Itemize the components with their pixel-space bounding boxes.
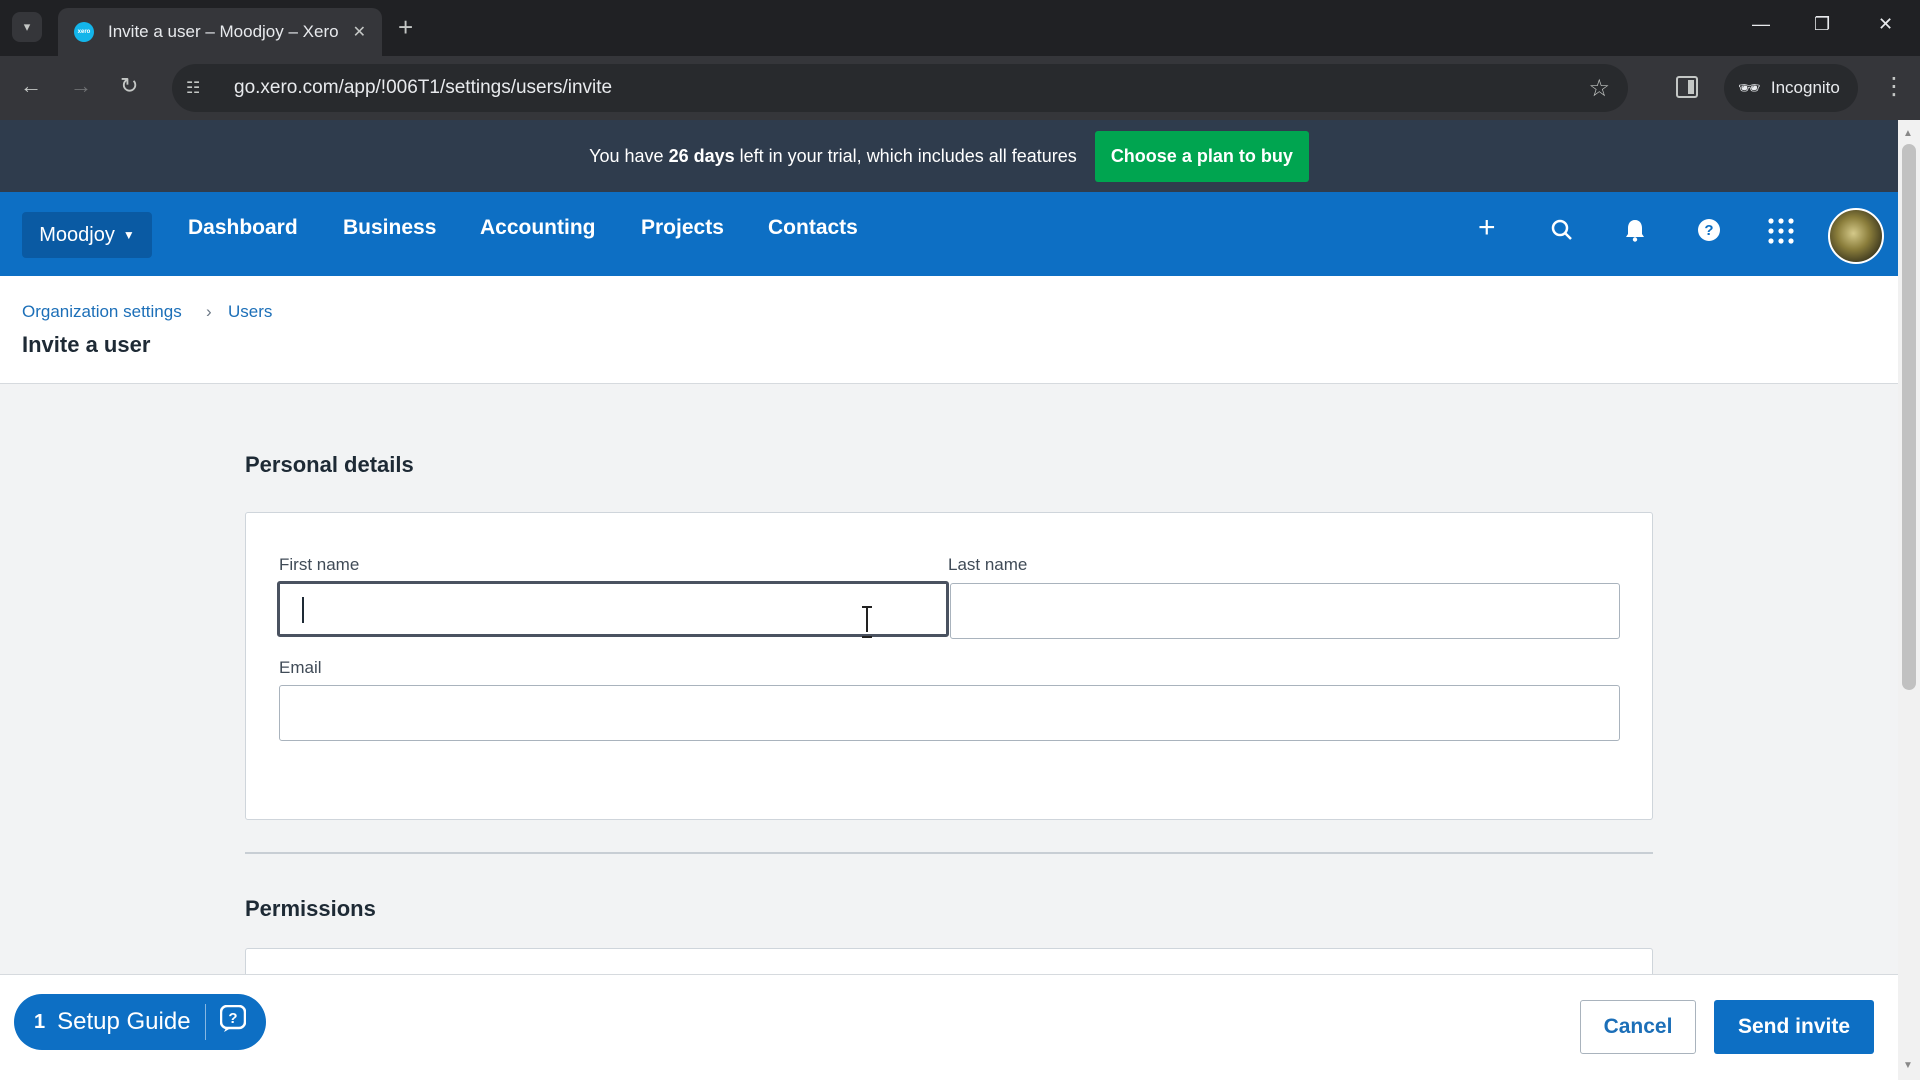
- breadcrumb-users[interactable]: Users: [228, 302, 272, 322]
- last-name-input[interactable]: [950, 583, 1620, 639]
- setup-guide-button[interactable]: 1 Setup Guide ?: [14, 994, 266, 1050]
- trial-text: You have 26 days left in your trial, whi…: [589, 145, 1077, 166]
- close-icon[interactable]: ✕: [353, 22, 366, 42]
- browser-tab-bar: ▾ xero Invite a user – Moodjoy – Xero ✕ …: [0, 0, 1920, 56]
- nav-item-dashboard[interactable]: Dashboard: [188, 216, 298, 240]
- kebab-icon[interactable]: ⋮: [1882, 72, 1906, 101]
- chat-help-icon: ?: [219, 1004, 246, 1039]
- first-name-label: First name: [279, 555, 360, 574]
- permissions-heading: Permissions: [245, 896, 376, 921]
- page-header: Organization settings › Users Invite a u…: [0, 276, 1898, 384]
- xero-favicon-icon: xero: [74, 22, 94, 42]
- minimize-icon[interactable]: —: [1752, 14, 1770, 35]
- avatar[interactable]: [1828, 208, 1884, 264]
- choose-plan-button[interactable]: Choose a plan to buy: [1094, 130, 1309, 182]
- mouse-cursor-ibeam: [862, 606, 872, 638]
- personal-details-heading: Personal details: [245, 452, 414, 477]
- breadcrumb-organization-settings[interactable]: Organization settings: [22, 302, 182, 322]
- tab-title: Invite a user – Moodjoy – Xero: [108, 22, 339, 41]
- bell-icon[interactable]: [1624, 218, 1646, 249]
- email-label: Email: [279, 658, 322, 677]
- tune-icon[interactable]: ☷: [186, 78, 226, 98]
- nav-item-contacts[interactable]: Contacts: [768, 216, 858, 240]
- browser-tab[interactable]: xero Invite a user – Moodjoy – Xero ✕: [58, 8, 382, 56]
- svg-text:?: ?: [1704, 222, 1713, 239]
- text-caret: [302, 597, 304, 623]
- setup-guide-label: Setup Guide: [57, 1008, 191, 1035]
- incognito-label: Incognito: [1770, 78, 1840, 97]
- scrollbar-thumb[interactable]: [1902, 144, 1916, 690]
- nav-item-accounting[interactable]: Accounting: [480, 216, 596, 240]
- chevron-down-icon: ▾: [23, 19, 31, 34]
- star-icon[interactable]: ☆: [1588, 74, 1610, 103]
- trial-banner: You have 26 days left in your trial, whi…: [0, 120, 1898, 192]
- browser-toolbar: ← → ↻ ☷ go.xero.com/app/!006T1/settings/…: [0, 56, 1920, 120]
- apps-grid-icon[interactable]: [1768, 218, 1794, 251]
- send-invite-button[interactable]: Send invite: [1714, 1000, 1874, 1054]
- arrow-left-icon[interactable]: ←: [20, 74, 42, 98]
- trial-days: 26 days: [668, 145, 735, 166]
- scroll-up-icon[interactable]: ▲: [1903, 128, 1913, 139]
- setup-guide-divider: [204, 1004, 206, 1040]
- close-window-icon[interactable]: ✕: [1878, 14, 1893, 35]
- app-navigation: Moodjoy ▼ Dashboard Business Accounting …: [0, 192, 1898, 276]
- search-icon[interactable]: [1550, 218, 1574, 249]
- tab-list-button[interactable]: ▾: [12, 12, 42, 42]
- nav-item-projects[interactable]: Projects: [641, 216, 724, 240]
- restore-icon[interactable]: ❐: [1814, 14, 1830, 35]
- org-switcher[interactable]: Moodjoy ▼: [22, 212, 152, 258]
- scroll-down-icon[interactable]: ▼: [1903, 1060, 1913, 1071]
- nav-item-business[interactable]: Business: [343, 216, 436, 240]
- cancel-button[interactable]: Cancel: [1580, 1000, 1696, 1054]
- breadcrumb-separator: ›: [206, 302, 212, 321]
- help-icon[interactable]: ?: [1697, 218, 1721, 249]
- last-name-label: Last name: [948, 555, 1028, 574]
- svg-text:?: ?: [228, 1010, 237, 1027]
- url-text[interactable]: go.xero.com/app/!006T1/settings/users/in…: [234, 77, 612, 99]
- address-bar[interactable]: ☷ go.xero.com/app/!006T1/settings/users/…: [172, 64, 1628, 112]
- first-name-input[interactable]: [277, 581, 949, 637]
- incognito-icon: 🕶: [1738, 77, 1761, 98]
- section-divider: [245, 852, 1653, 854]
- incognito-indicator[interactable]: 🕶 Incognito: [1724, 64, 1858, 112]
- side-panel-icon[interactable]: [1676, 76, 1698, 98]
- plus-icon[interactable]: +: [398, 12, 413, 42]
- setup-guide-count: 1: [34, 1010, 46, 1033]
- plus-icon[interactable]: +: [1478, 213, 1496, 243]
- page-title: Invite a user: [22, 332, 151, 357]
- arrow-right-icon[interactable]: →: [70, 74, 92, 98]
- reload-icon[interactable]: ↻: [120, 74, 138, 98]
- org-name: Moodjoy: [39, 223, 115, 246]
- caret-down-icon: ▼: [122, 228, 135, 242]
- personal-details-card: First name Last name Email: [245, 512, 1653, 820]
- email-input[interactable]: [279, 685, 1620, 741]
